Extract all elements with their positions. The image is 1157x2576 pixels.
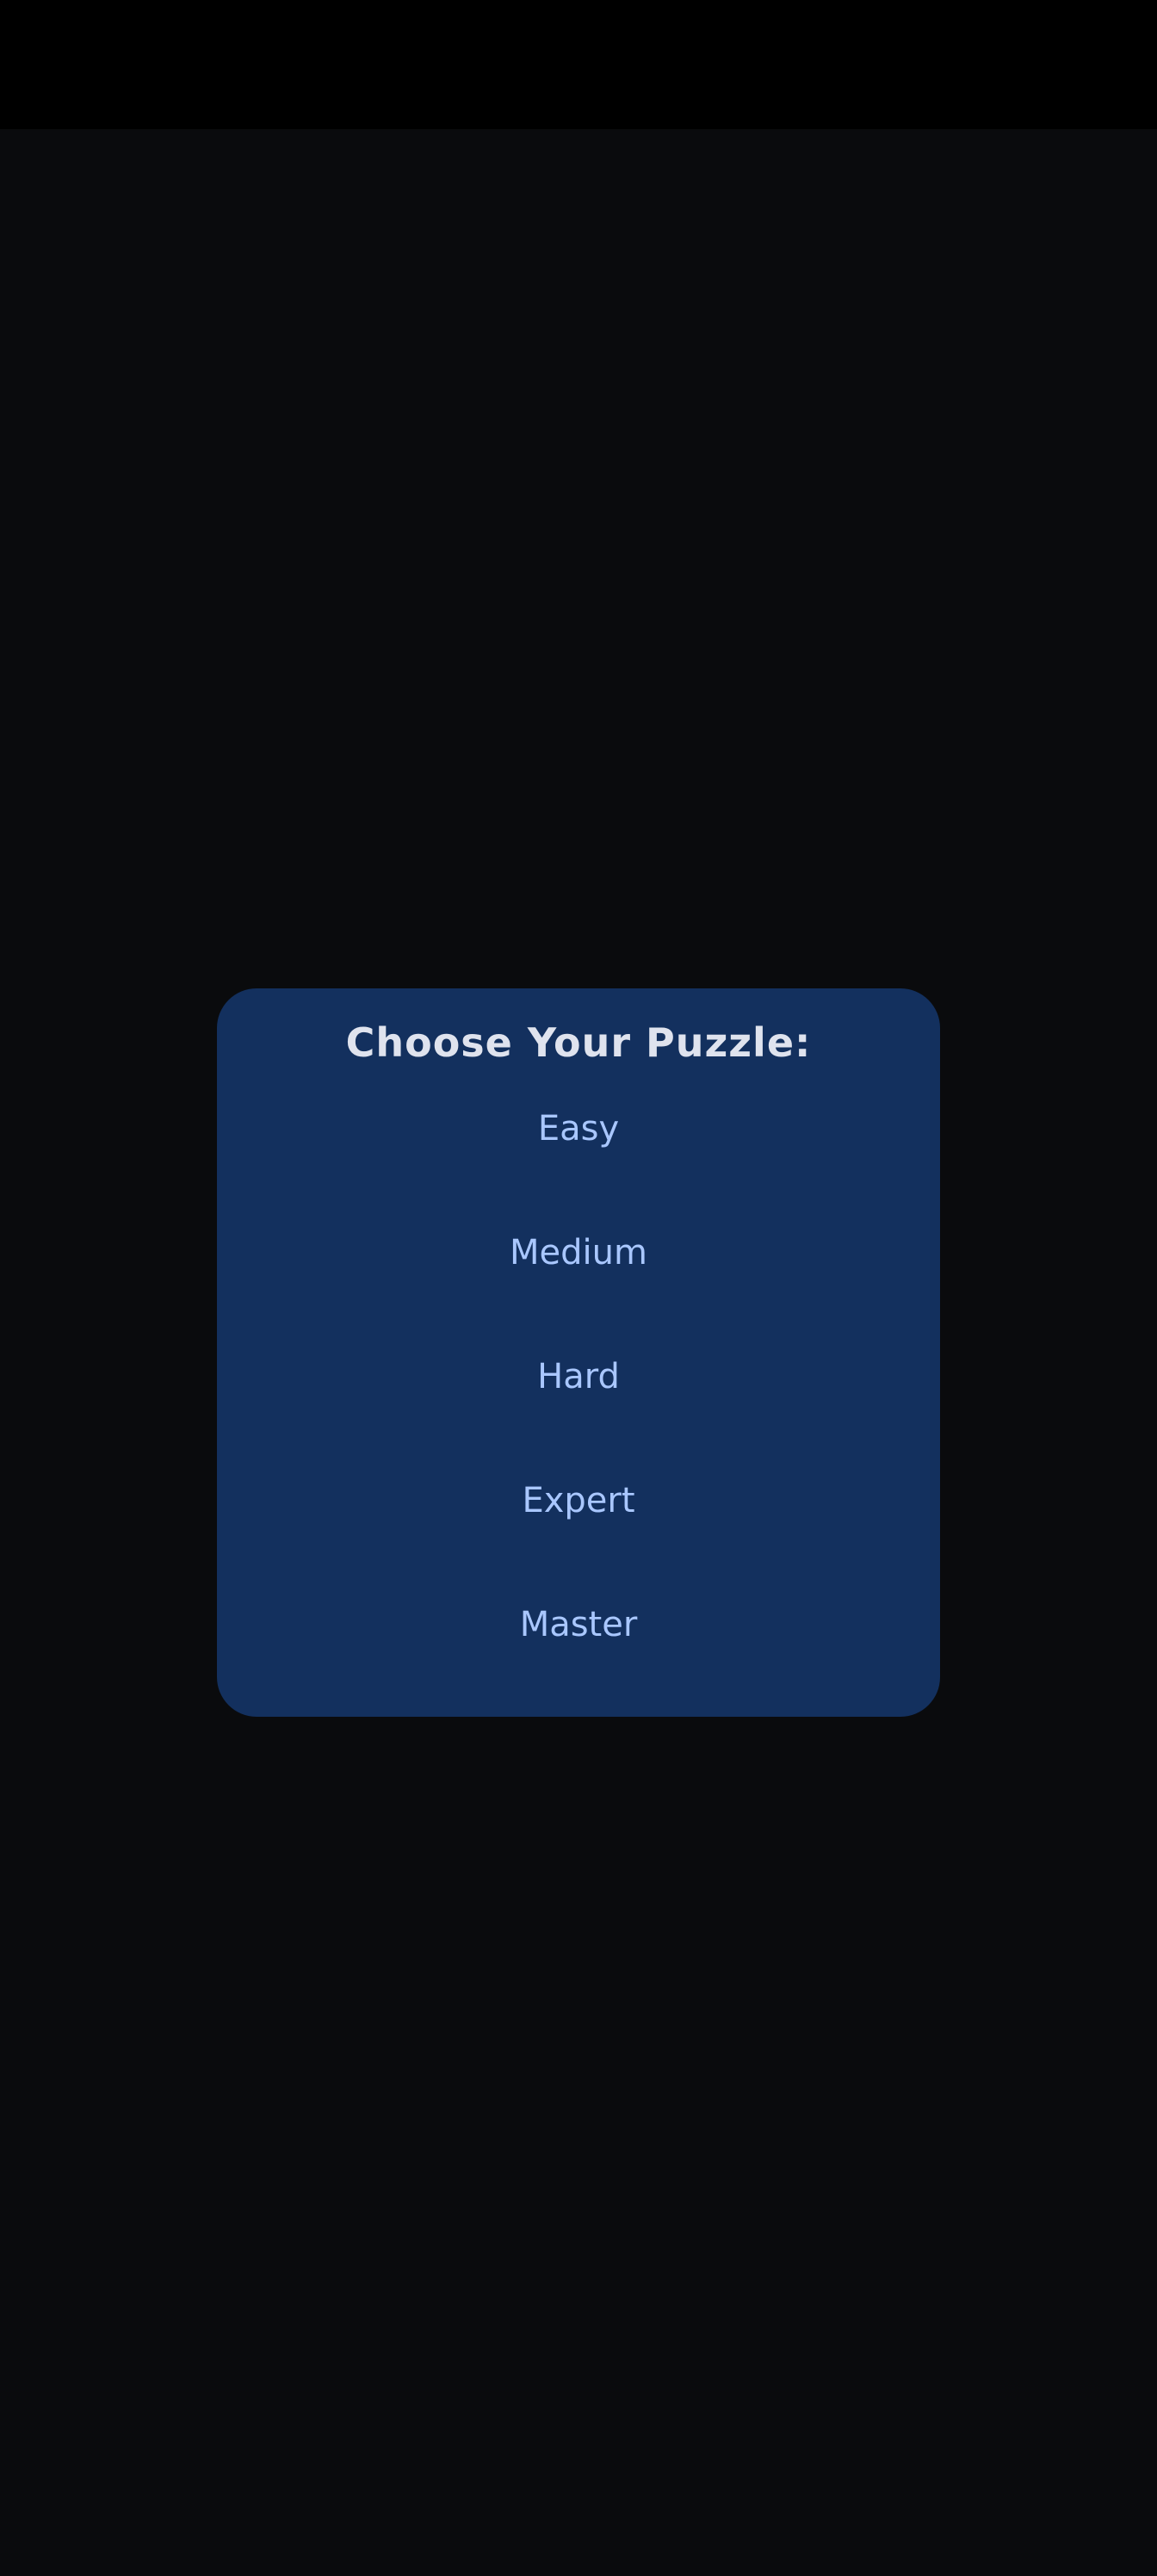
status-bar [0,0,1157,129]
puzzle-difficulty-dialog: Choose Your Puzzle: Easy Medium Hard Exp… [217,988,940,1717]
easy-option-button[interactable]: Easy [217,1090,940,1167]
expert-option-button[interactable]: Expert [217,1462,940,1539]
difficulty-options: Easy Medium Hard Expert Master [217,1090,940,1663]
dialog-title: Choose Your Puzzle: [345,1019,812,1066]
medium-option-button[interactable]: Medium [217,1214,940,1291]
hard-option-button[interactable]: Hard [217,1338,940,1415]
master-option-button[interactable]: Master [217,1586,940,1663]
